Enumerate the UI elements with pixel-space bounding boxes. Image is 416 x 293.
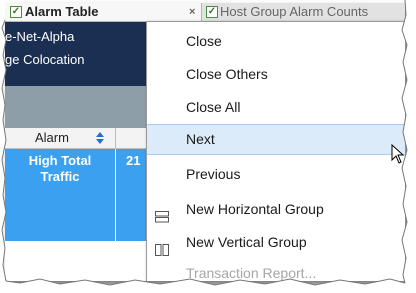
menu-item-next[interactable]: Next xyxy=(147,124,405,155)
value-cell[interactable]: 21 xyxy=(116,149,146,241)
menu-item-label: Close Others xyxy=(186,66,268,82)
menu-item-new-horizontal-group[interactable]: New Horizontal Group xyxy=(147,194,405,225)
alarm-cell[interactable]: High Total Traffic xyxy=(5,149,115,241)
menu-item-new-vertical-group[interactable]: New Vertical Group xyxy=(147,227,405,258)
application-window: ✓ Alarm Table × ✓ Host Group Alarm Count… xyxy=(5,3,405,281)
menu-item-close-others[interactable]: Close Others xyxy=(147,59,405,90)
column-header-alarm-label: Alarm xyxy=(35,130,69,145)
menu-item-close-all[interactable]: Close All xyxy=(147,92,405,123)
menu-item-previous[interactable]: Previous xyxy=(147,159,405,190)
horizontal-group-icon xyxy=(155,203,169,223)
tab-context-menu: Close Close Others Close All Next Previo… xyxy=(146,21,405,281)
check-icon: ✓ xyxy=(206,6,218,18)
menu-item-label: Transaction Report... xyxy=(186,265,317,281)
nav-item-colocation[interactable]: ge Colocation xyxy=(5,52,85,67)
alarm-cell-line1: High Total xyxy=(28,153,92,168)
nav-item-net-alpha[interactable]: e-Net-Alpha xyxy=(5,29,74,44)
menu-item-label: New Vertical Group xyxy=(186,234,307,250)
mouse-cursor-icon xyxy=(391,143,405,166)
menu-item-close[interactable]: Close xyxy=(147,26,405,57)
menu-item-label: New Horizontal Group xyxy=(186,201,324,217)
check-icon: ✓ xyxy=(10,6,22,18)
tab-strip: ✓ Alarm Table × ✓ Host Group Alarm Count… xyxy=(5,3,405,22)
tab-alarm-table-label: Alarm Table xyxy=(25,4,99,19)
menu-item-label: Close xyxy=(186,33,222,49)
menu-item-transaction-report: Transaction Report... xyxy=(147,258,405,281)
tab-host-group-label: Host Group Alarm Counts xyxy=(220,4,369,19)
column-header-alarm[interactable]: Alarm xyxy=(5,128,116,148)
vertical-group-icon xyxy=(155,236,169,256)
menu-item-label: Close All xyxy=(186,99,241,115)
value-cell-text: 21 xyxy=(126,153,141,168)
tab-alarm-table[interactable]: ✓ Alarm Table × xyxy=(5,3,202,21)
menu-item-label: Next xyxy=(186,131,215,147)
close-icon[interactable]: × xyxy=(189,3,195,21)
menu-item-label: Previous xyxy=(186,166,241,182)
alarm-cell-line2: Traffic xyxy=(40,169,80,184)
screenshot-frame: ✓ Alarm Table × ✓ Host Group Alarm Count… xyxy=(0,0,416,293)
tab-host-group-alarm-counts[interactable]: ✓ Host Group Alarm Counts xyxy=(202,3,405,21)
